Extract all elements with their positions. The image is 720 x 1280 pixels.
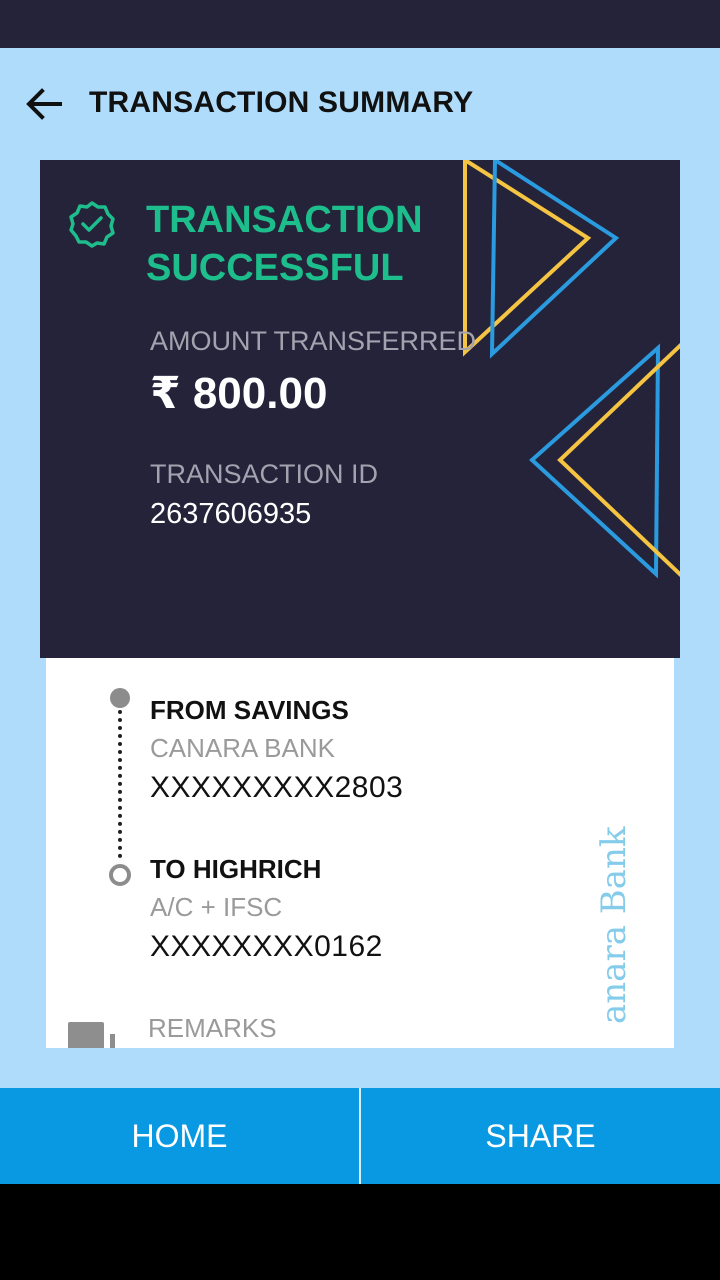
status-line-2: SUCCESSFUL [146, 247, 404, 289]
share-button[interactable]: SHARE [361, 1088, 720, 1184]
transaction-id-label: TRANSACTION ID [150, 459, 379, 489]
to-heading: TO HIGHRICH [150, 854, 322, 884]
from-heading: FROM SAVINGS [150, 695, 349, 725]
transfer-details-card: FROM SAVINGS CANARA BANK XXXXXXXXX2803 T… [46, 658, 674, 1048]
system-navigation-bar [0, 1184, 720, 1280]
app-bar: TRANSACTION SUMMARY [0, 48, 720, 160]
status-bar [0, 0, 720, 48]
to-account: XXXXXXXX0162 [150, 930, 383, 963]
remarks-label: REMARKS [148, 1013, 277, 1043]
transaction-id-value: 2637606935 [150, 498, 312, 530]
status-title: TRANSACTION SUCCESSFUL [146, 196, 423, 292]
timeline-start-dot [110, 688, 130, 708]
check-badge-icon [69, 201, 115, 248]
arrow-left-icon[interactable] [22, 82, 66, 126]
amount-value: ₹ 800.00 [150, 369, 328, 418]
bottom-action-bar: HOME SHARE [0, 1088, 720, 1184]
transaction-summary-card: TRANSACTION SUCCESSFUL AMOUNT TRANSFERRE… [40, 160, 680, 658]
amount-label: AMOUNT TRANSFERRED [150, 326, 477, 356]
from-bank: CANARA BANK [150, 733, 335, 763]
remarks-icon [68, 1022, 115, 1048]
timeline-end-dot [109, 864, 131, 886]
status-line-1: TRANSACTION [146, 199, 423, 241]
to-account-type: A/C + IFSC [150, 892, 283, 922]
bank-watermark: anara Bank [594, 826, 634, 1024]
timeline-line [118, 710, 122, 858]
from-account: XXXXXXXXX2803 [150, 771, 404, 804]
home-button[interactable]: HOME [0, 1088, 359, 1184]
page-title: TRANSACTION SUMMARY [89, 86, 474, 119]
